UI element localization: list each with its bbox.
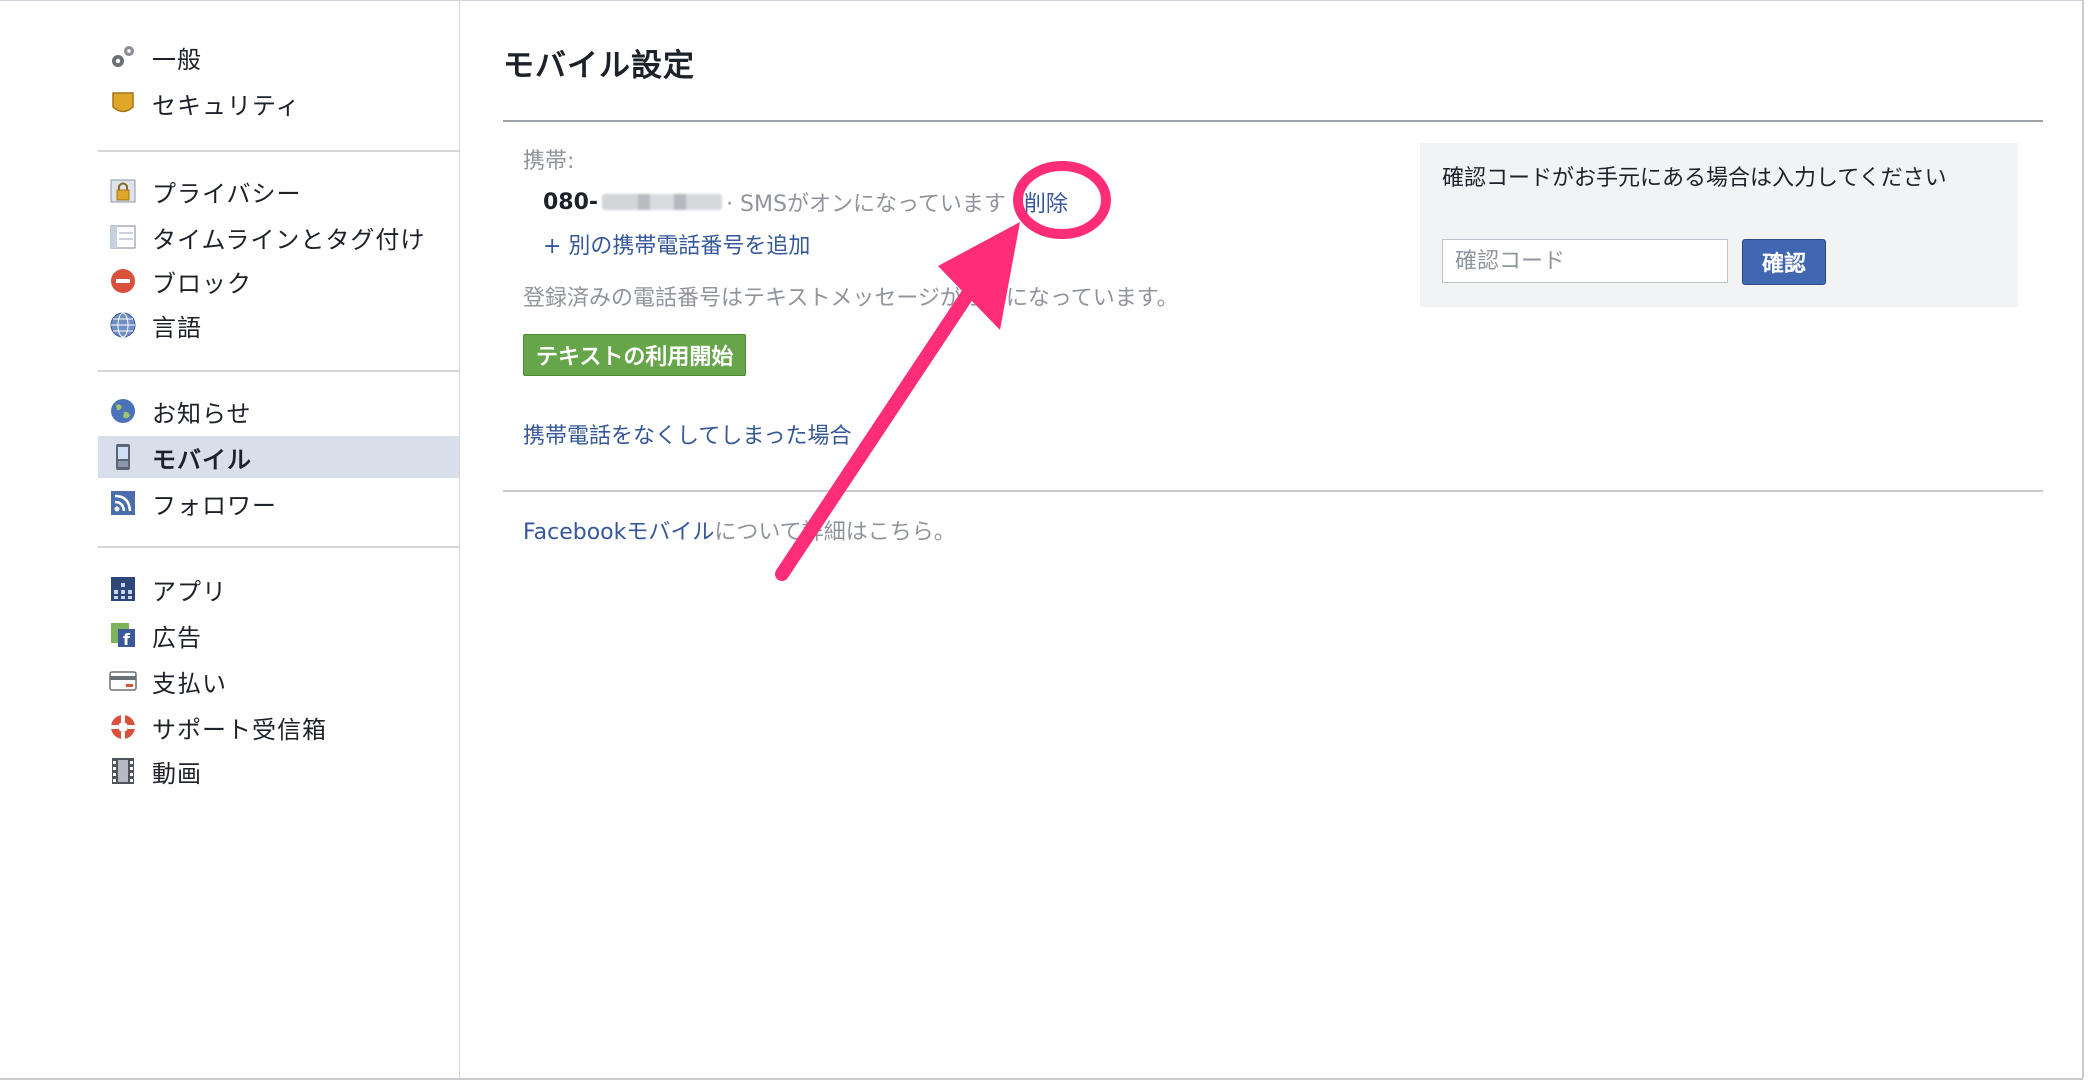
redacted-phone-digits [602,194,723,210]
gears-icon [108,42,138,72]
film-icon [108,756,138,786]
sidebar-item-label: プライバシー [152,179,302,208]
start-text-button[interactable]: テキストの利用開始 [523,334,747,376]
lock-icon [108,176,138,206]
registered-phone-note: 登録済みの電話番号はテキストメッセージがオフになっています。 [523,286,1179,311]
annotation-arrow-head [938,222,1020,330]
phone-row: 080- · SMSがオンになっています · 削除 [543,186,1068,218]
ads-icon: f [108,620,138,650]
page-title: モバイル設定 [503,48,695,84]
sidebar-item-label: 一般 [152,45,202,74]
phone-number: 080- [543,189,599,215]
sidebar-item-label: お知らせ [152,399,252,428]
globe-grid-icon [108,310,138,340]
footer-note-text: について詳細はこちら。 [714,520,956,545]
apps-grid-icon [108,574,138,604]
sidebar-item-label: サポート受信箱 [152,715,327,744]
sidebar-item-label: モバイル [152,445,252,474]
sidebar-item-label: 支払い [152,669,227,698]
sidebar-item-label: 言語 [152,313,202,342]
sidebar-divider [459,0,460,1078]
sidebar-item-mobile[interactable]: モバイル [98,436,459,478]
right-border [2082,0,2084,1078]
sidebar-item-label: セキュリティ [152,91,301,120]
sidebar-item-block[interactable]: ブロック [98,260,459,302]
lifebuoy-icon [108,712,138,742]
sidebar-item-label: タイムラインとタグ付け [152,225,426,254]
lost-phone-link[interactable]: 携帯電話をなくしてしまった場合 [523,418,851,450]
sidebar-item-label: 動画 [152,759,202,788]
section-divider [503,490,2043,492]
confirm-code-input[interactable] [1442,239,1728,283]
mobile-phone-icon [108,442,138,472]
sidebar-separator [98,546,459,548]
settings-sidebar: 一般 セキュリティ プライバシー タイムラインとタグ付け ブロック 言語 お知ら… [0,0,459,1078]
add-phone-link[interactable]: + 別の携帯電話番号を追加 [543,228,810,260]
sidebar-item-timeline-tagging[interactable]: タイムラインとタグ付け [98,216,459,258]
confirm-code-prompt: 確認コードがお手元にある場合は入力してください [1442,166,1947,191]
sidebar-item-payments[interactable]: 支払い [98,660,459,702]
sidebar-item-video[interactable]: 動画 [98,750,459,792]
sidebar-item-support-inbox[interactable]: サポート受信箱 [98,706,459,748]
delete-phone-link[interactable]: 削除 [1024,186,1068,218]
sidebar-item-followers[interactable]: フォロワー [98,482,459,524]
facebook-mobile-link[interactable]: Facebookモバイル [523,520,714,545]
sidebar-item-privacy[interactable]: プライバシー [98,170,459,212]
sidebar-item-language[interactable]: 言語 [98,304,459,346]
confirm-button[interactable]: 確認 [1742,239,1826,285]
sidebar-item-security[interactable]: セキュリティ [98,82,459,124]
timeline-icon [108,222,138,252]
bottom-border [0,1078,2083,1080]
svg-text:f: f [123,630,131,649]
sidebar-separator [98,370,459,372]
confirm-code-panel: 確認コードがお手元にある場合は入力してください 確認 [1420,143,2018,307]
sidebar-item-ads[interactable]: f 広告 [98,614,459,656]
shield-badge-icon [108,88,138,118]
sidebar-separator [98,150,459,152]
title-divider [503,120,2043,122]
mobile-label: 携帯: [523,149,575,174]
credit-card-icon [108,666,138,696]
sidebar-item-label: フォロワー [152,491,277,520]
sidebar-item-notifications[interactable]: お知らせ [98,390,459,432]
sidebar-item-general[interactable]: 一般 [98,36,459,78]
sidebar-item-label: アプリ [152,577,227,606]
sidebar-item-apps[interactable]: アプリ [98,568,459,610]
block-icon [108,266,138,296]
sms-status: · SMSがオンになっています · [726,192,1020,217]
rss-icon [108,488,138,518]
globe-icon [108,396,138,426]
footer-note: Facebookモバイルについて詳細はこちら。 [523,514,956,546]
sidebar-item-label: ブロック [152,269,252,298]
sidebar-item-label: 広告 [152,623,202,652]
